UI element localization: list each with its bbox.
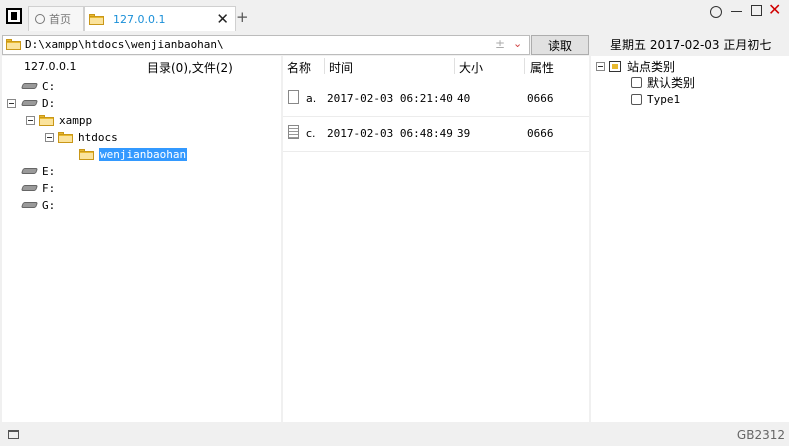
file-icon [288, 90, 299, 104]
file-time: 2017-02-03 06:48:49 [327, 127, 453, 140]
column-divider [524, 58, 525, 74]
folder-icon [89, 13, 104, 25]
status-bar: GB2312 [0, 424, 789, 446]
address-bar[interactable]: D:\xampp\htdocs\wenjianbaohan\ ± ⌄ [2, 35, 530, 55]
drive-icon [22, 82, 37, 90]
tree-item-htdocs[interactable]: htdocs [45, 129, 118, 145]
file-attr: 0666 [527, 92, 554, 105]
file-name: a. [306, 92, 317, 105]
drive-icon [22, 99, 37, 107]
chevron-down-icon[interactable]: ⌄ [513, 37, 522, 50]
dir-summary: 目录(0),文件(2) [147, 61, 233, 75]
category-checkbox[interactable] [631, 93, 642, 105]
tree-item-c[interactable]: C: [22, 78, 55, 94]
column-divider [454, 58, 455, 74]
minimize-icon[interactable] [731, 11, 742, 12]
file-size: 39 [457, 127, 471, 140]
file-name: c. [306, 127, 316, 140]
tree-item-d[interactable]: D: [7, 95, 55, 111]
table-row[interactable]: c. 2017-02-03 06:48:49 39 0666 [283, 117, 589, 152]
file-time: 2017-02-03 06:21:40 [327, 92, 453, 105]
tab-home[interactable]: 首页 [28, 6, 84, 31]
category-panel [591, 56, 789, 422]
column-header-size[interactable]: 大小 [459, 59, 483, 76]
host-label: 127.0.0.1 [24, 60, 77, 73]
tree-item-label: G: [42, 198, 56, 212]
date-display: 星期五 2017-02-03 正月初七 [610, 38, 772, 52]
tab-bar: 首页 127.0.0.1 ✕ + ✕ [0, 0, 789, 34]
category-item[interactable]: 默认类别 [631, 74, 695, 90]
read-button[interactable]: 读取 [531, 35, 589, 55]
folder-open-icon [79, 148, 94, 160]
tab-host[interactable]: 127.0.0.1 ✕ [84, 6, 236, 31]
tree-item-g[interactable]: G: [22, 197, 55, 213]
column-header-attr[interactable]: 属性 [530, 59, 554, 76]
window-icon[interactable] [8, 430, 19, 439]
collapse-icon[interactable] [26, 115, 35, 125]
tree-item-label: htdocs [78, 130, 118, 144]
tree-item-label: C: [42, 79, 56, 93]
new-tab-icon[interactable]: + [236, 8, 249, 26]
globe-icon [35, 14, 45, 24]
category-root-label: 站点类别 [627, 59, 676, 74]
column-header-name[interactable]: 名称 [287, 59, 311, 76]
circle-icon[interactable] [710, 6, 722, 18]
close-window-icon[interactable]: ✕ [768, 0, 781, 19]
tree-item-label: E: [42, 164, 56, 178]
column-header-time[interactable]: 时间 [329, 59, 353, 76]
category-root[interactable]: 站点类别 [596, 58, 675, 74]
app-logo-icon[interactable] [6, 8, 22, 24]
table-row[interactable]: a. 2017-02-03 06:21:40 40 0666 [283, 82, 589, 117]
tree-item-label-selected: wenjianbaohan [99, 147, 188, 161]
collapse-icon[interactable] [45, 132, 54, 142]
maximize-icon[interactable] [751, 5, 762, 16]
tree-item-f[interactable]: F: [22, 180, 55, 196]
drive-icon [22, 184, 37, 192]
column-divider [324, 58, 325, 74]
tree-item-e[interactable]: E: [22, 163, 55, 179]
close-tab-icon[interactable]: ✕ [216, 10, 229, 28]
file-text-icon [288, 125, 299, 139]
collapse-icon[interactable] [7, 98, 16, 108]
category-checkbox[interactable] [631, 76, 642, 88]
file-attr: 0666 [527, 127, 554, 140]
tab-host-label: 127.0.0.1 [113, 12, 166, 26]
tree-item-label: F: [42, 181, 56, 195]
collapse-icon[interactable] [596, 61, 605, 71]
encoding-label[interactable]: GB2312 [737, 428, 785, 442]
drive-icon [22, 167, 37, 175]
category-item-label: Type1 [647, 92, 681, 106]
plus-minus-icon[interactable]: ± [495, 37, 505, 51]
folder-icon [39, 114, 54, 126]
tree-item-wenjianbaohan[interactable]: wenjianbaohan [79, 146, 188, 162]
category-item[interactable]: Type1 [631, 91, 680, 107]
site-category-icon [609, 60, 621, 72]
tree-item-label: D: [42, 96, 56, 110]
address-input[interactable]: D:\xampp\htdocs\wenjianbaohan\ [25, 38, 224, 51]
tree-item-xampp[interactable]: xampp [26, 112, 92, 128]
tab-home-label: 首页 [49, 13, 71, 26]
category-item-label: 默认类别 [647, 75, 696, 90]
drive-icon [22, 201, 37, 209]
folder-icon [58, 131, 73, 143]
tree-item-label: xampp [59, 113, 93, 127]
file-size: 40 [457, 92, 471, 105]
